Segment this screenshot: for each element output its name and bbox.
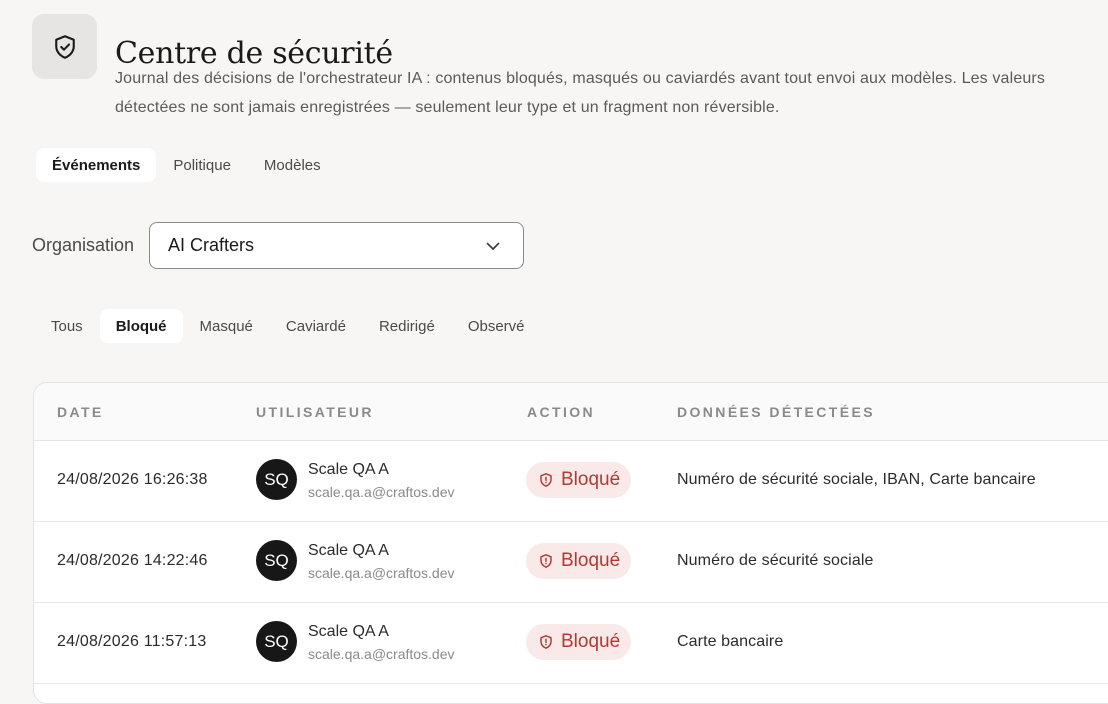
- status-badge: Bloqué: [526, 624, 632, 660]
- organisation-label: Organisation: [32, 235, 135, 255]
- filter-redirige[interactable]: Redirigé: [363, 309, 451, 343]
- row-date: 24/08/2026 11:57:13: [57, 633, 207, 650]
- user-email: scale.qa.a@craftos.dev: [308, 565, 455, 581]
- shield-alert-icon: [540, 473, 552, 487]
- column-header-date: DATE: [57, 404, 104, 420]
- user-name: Scale QA A: [308, 542, 389, 559]
- tab-politique[interactable]: Politique: [157, 148, 247, 182]
- page-description: Journal des décisions de l'orchestrateur…: [115, 70, 1046, 116]
- row-date: 24/08/2026 14:22:46: [57, 552, 208, 569]
- table-row[interactable]: 24/08/2026 16:26:38 SQ Scale QA A scale.…: [34, 441, 1108, 522]
- organisation-selected-value: AI Crafters: [168, 235, 255, 255]
- status-badge-label: Bloqué: [561, 469, 621, 490]
- detected-data: Numéro de sécurité sociale: [677, 552, 874, 569]
- avatar: SQ: [256, 540, 297, 581]
- row-date: 24/08/2026 16:26:38: [57, 471, 208, 488]
- shield-alert-icon: [540, 635, 552, 649]
- tab-evenements[interactable]: Événements: [36, 148, 157, 182]
- table-header: DATE UTILISATEUR ACTION DONNÉES DÉTECTÉE…: [34, 383, 1108, 441]
- header-icon-tile: [32, 14, 97, 79]
- user-email: scale.qa.a@craftos.dev: [308, 646, 455, 662]
- user-email: scale.qa.a@craftos.dev: [308, 484, 455, 500]
- avatar: SQ: [256, 621, 297, 662]
- tab-modeles[interactable]: Modèles: [248, 148, 337, 182]
- filter-bloque[interactable]: Bloqué: [99, 309, 183, 343]
- detected-data: Numéro de sécurité sociale, IBAN, Carte …: [677, 471, 1036, 488]
- status-badge-label: Bloqué: [561, 631, 621, 652]
- table-row[interactable]: 24/08/2026 11:57:13 SQ Scale QA A scale.…: [34, 603, 1108, 684]
- events-table: DATE UTILISATEUR ACTION DONNÉES DÉTECTÉE…: [33, 382, 1108, 704]
- status-badge-label: Bloqué: [561, 550, 621, 571]
- filter-tous[interactable]: Tous: [35, 309, 99, 343]
- user-name: Scale QA A: [308, 623, 389, 640]
- organisation-select[interactable]: AI Crafters: [149, 222, 524, 269]
- filter-masque[interactable]: Masqué: [184, 309, 269, 343]
- shield-alert-icon: [540, 554, 552, 568]
- detected-data: Carte bancaire: [677, 633, 784, 650]
- shield-check-icon: [54, 34, 75, 59]
- filter-observe[interactable]: Observé: [452, 309, 541, 343]
- action-filters: Tous Bloqué Masqué Caviardé Redirigé Obs…: [35, 309, 542, 343]
- column-header-action: ACTION: [527, 404, 596, 420]
- table-row[interactable]: 24/08/2026 14:22:46 SQ Scale QA A scale.…: [34, 522, 1108, 603]
- column-header-user: UTILISATEUR: [256, 404, 374, 420]
- column-header-data: DONNÉES DÉTECTÉES: [677, 404, 875, 420]
- status-badge: Bloqué: [526, 462, 632, 498]
- avatar: SQ: [256, 459, 297, 500]
- user-name: Scale QA A: [308, 461, 389, 478]
- chevron-down-icon: [486, 242, 500, 250]
- status-badge: Bloqué: [526, 543, 632, 579]
- main-tabs: Événements Politique Modèles: [36, 148, 338, 182]
- filter-caviarde[interactable]: Caviardé: [270, 309, 362, 343]
